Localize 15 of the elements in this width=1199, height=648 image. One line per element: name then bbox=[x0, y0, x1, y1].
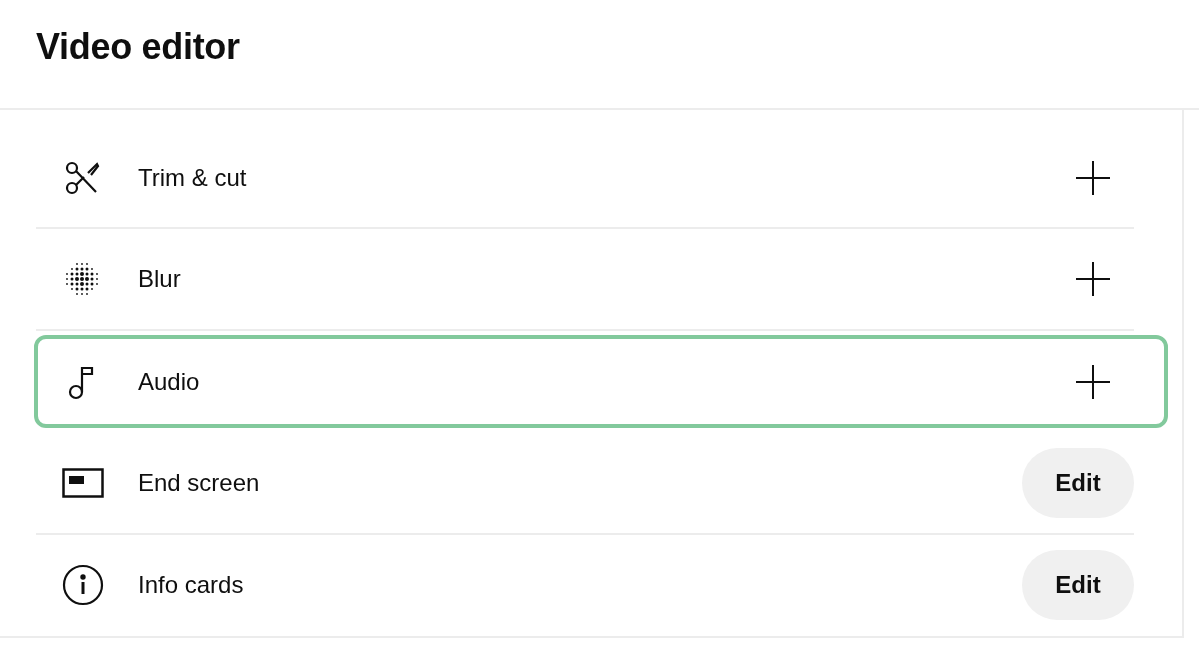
edit-button[interactable]: Edit bbox=[1022, 550, 1134, 621]
tool-label: Info cards bbox=[138, 571, 245, 600]
screen-icon bbox=[62, 467, 104, 498]
tool-row[interactable]: Blur bbox=[36, 229, 1134, 331]
edit-button[interactable]: Edit bbox=[1022, 447, 1134, 518]
info-icon bbox=[62, 564, 104, 607]
tool-label: Blur bbox=[138, 265, 182, 294]
tool-row[interactable]: End screen Edit bbox=[36, 433, 1134, 535]
tool-label: Audio bbox=[138, 367, 201, 396]
selected-tool-row[interactable]: Audio bbox=[34, 334, 1168, 429]
tool-label: Trim & cut bbox=[138, 163, 248, 192]
tool-label: End screen bbox=[138, 468, 261, 497]
tool-row[interactable]: Trim & cut bbox=[36, 128, 1134, 230]
tool-row[interactable]: Info cards Edit bbox=[36, 534, 1134, 636]
page-title: Video editor bbox=[36, 26, 240, 68]
